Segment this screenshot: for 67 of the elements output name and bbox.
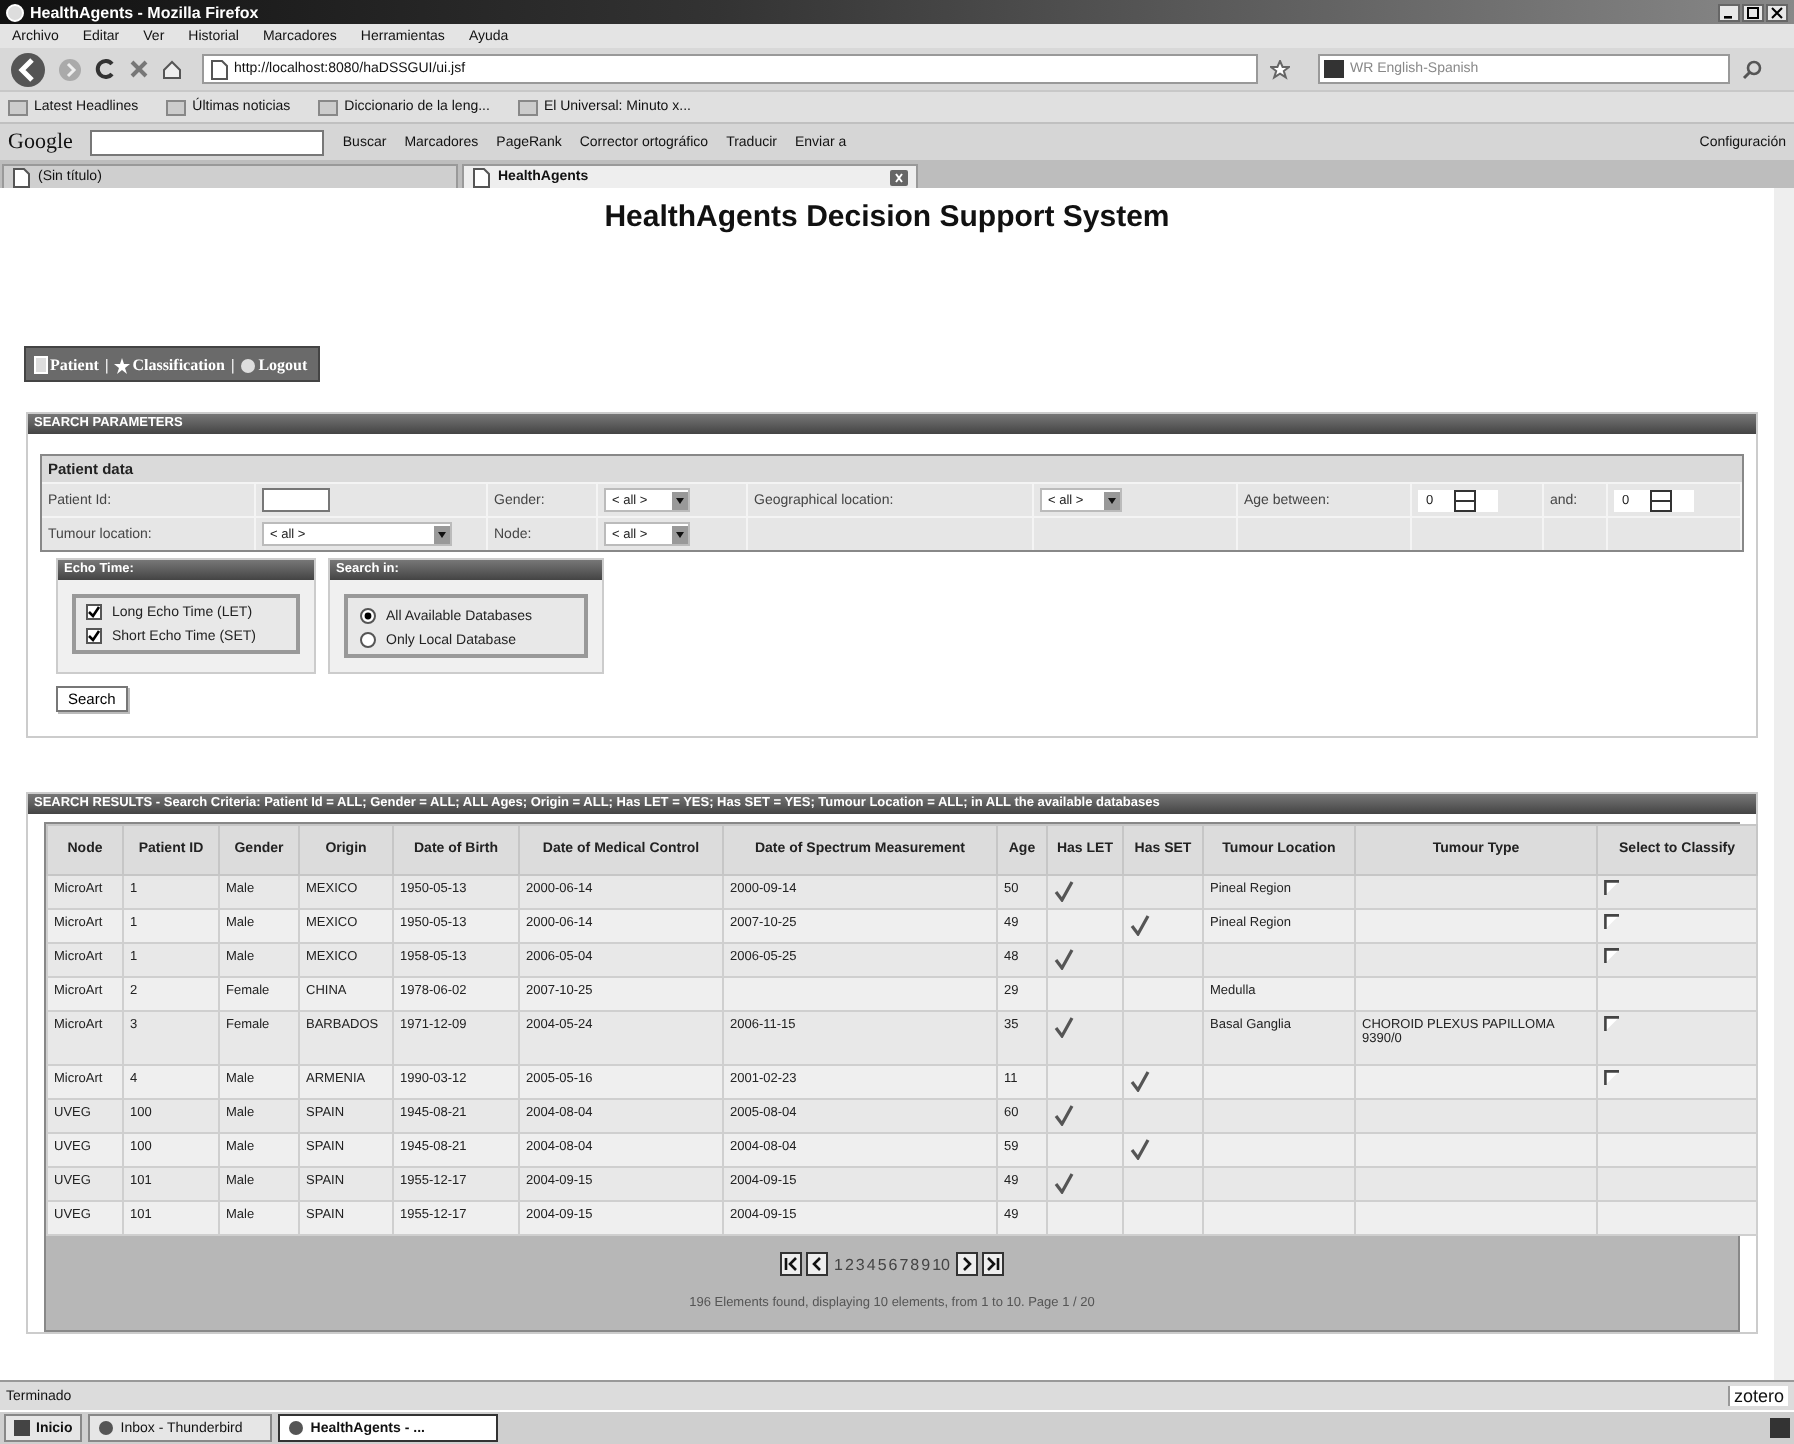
dropdown-icon[interactable] — [1104, 491, 1120, 509]
dropdown-icon[interactable] — [672, 491, 688, 509]
checkbox-icon[interactable] — [1604, 1070, 1620, 1086]
previous-page-button[interactable] — [806, 1252, 828, 1276]
dropdown-icon[interactable] — [434, 525, 450, 543]
page-link[interactable]: 8 — [910, 1255, 920, 1273]
last-page-button[interactable] — [981, 1252, 1004, 1276]
logout-icon — [240, 357, 257, 373]
page-link[interactable]: 6 — [888, 1255, 898, 1273]
page-link[interactable]: 3 — [855, 1255, 865, 1273]
previous-page-icon — [810, 1256, 824, 1272]
engine-icon — [1324, 60, 1344, 78]
minimize-icon[interactable] — [1718, 3, 1740, 21]
star-icon — [114, 357, 131, 373]
dropdown-icon[interactable] — [672, 525, 688, 543]
google-logo: Google — [8, 130, 73, 154]
windows-icon — [14, 1420, 30, 1436]
spinner-icon[interactable] — [1649, 489, 1672, 511]
feed-icon — [517, 99, 538, 115]
google-search-field[interactable] — [90, 129, 325, 155]
checkbox-icon[interactable] — [1604, 948, 1620, 964]
app-icon — [288, 1420, 305, 1436]
page-link[interactable]: 2 — [844, 1255, 854, 1273]
page-link[interactable]: 9 — [921, 1255, 931, 1273]
nav-link[interactable]: Patient — [34, 355, 99, 373]
first-page-button[interactable] — [780, 1252, 802, 1276]
page-link[interactable]: 5 — [877, 1255, 887, 1273]
page-icon — [210, 59, 228, 79]
checkbox-icon[interactable] — [1604, 1016, 1620, 1032]
addon-label: zotero — [1727, 1386, 1788, 1406]
page-link[interactable]: 10 — [932, 1255, 950, 1273]
spinner-icon[interactable] — [1453, 489, 1476, 511]
back-icon[interactable] — [10, 51, 46, 87]
feed-icon — [166, 99, 187, 115]
star-icon[interactable] — [1270, 59, 1290, 79]
search-icon[interactable] — [1742, 59, 1762, 79]
home-icon[interactable] — [162, 59, 182, 79]
window-title: HealthAgents - Mozilla Firefox — [30, 3, 259, 21]
nav-link[interactable]: Classification — [114, 355, 225, 373]
stop-icon[interactable] — [128, 58, 150, 80]
checkbox-icon[interactable] — [1604, 914, 1620, 930]
next-page-icon — [959, 1256, 974, 1272]
radio-icon[interactable] — [360, 632, 376, 648]
checkbox-icon[interactable] — [1604, 880, 1620, 896]
page-link[interactable]: 1 — [834, 1255, 843, 1273]
separator: | — [230, 355, 235, 373]
page-icon — [472, 167, 490, 187]
checkbox-icon[interactable] — [86, 604, 102, 620]
maximize-icon[interactable] — [1742, 3, 1764, 21]
patient-id-field[interactable] — [262, 488, 330, 512]
feed-icon — [318, 99, 339, 115]
page-link[interactable]: 7 — [899, 1255, 909, 1273]
last-page-icon — [985, 1256, 1000, 1272]
separator: | — [104, 355, 109, 373]
radio-icon[interactable] — [360, 608, 376, 624]
reload-icon[interactable] — [94, 58, 116, 80]
app-icon — [98, 1420, 115, 1436]
page-link[interactable]: 4 — [866, 1255, 876, 1273]
close-icon[interactable] — [1766, 3, 1788, 21]
first-page-icon — [784, 1256, 798, 1272]
document-icon — [34, 355, 48, 373]
page-icon — [12, 167, 30, 187]
next-page-button[interactable] — [955, 1252, 978, 1276]
nav-link[interactable]: Logout — [240, 355, 308, 373]
feed-icon — [8, 99, 28, 115]
page-title: HealthAgents Decision Support System — [602, 200, 1172, 234]
checkbox-icon[interactable] — [86, 628, 102, 644]
